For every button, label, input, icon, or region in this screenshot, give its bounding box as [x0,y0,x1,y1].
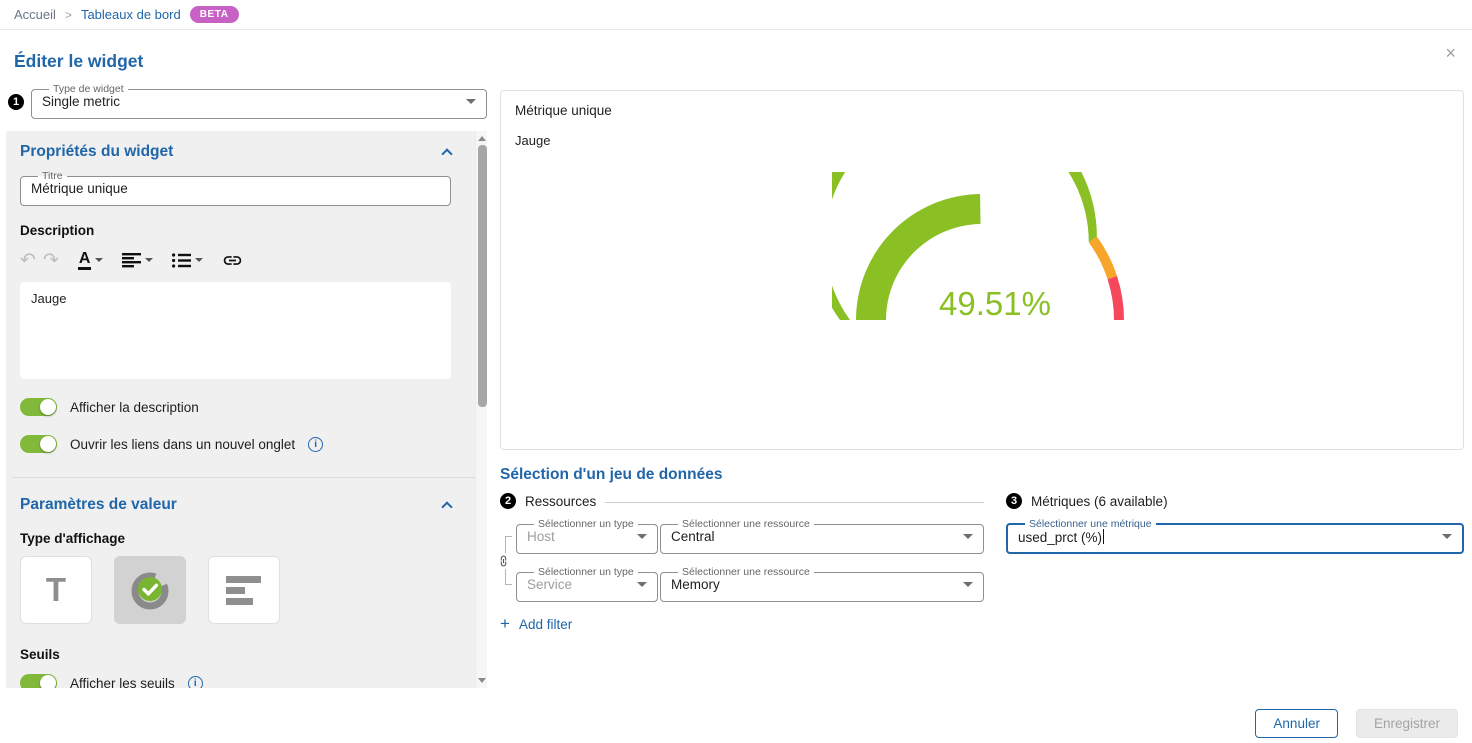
display-type-text-button[interactable]: T [20,556,92,624]
align-left-icon [122,253,141,268]
text-cursor [1103,529,1104,544]
chevron-down-icon [195,258,203,262]
collapse-value-settings-icon[interactable] [441,501,452,512]
title-field-value: Métrique unique [31,181,128,196]
bar-display-icon [226,576,262,605]
breadcrumb-separator: > [65,8,72,22]
resource-type-value: Service [527,577,572,592]
rich-text-toolbar: ↶ ↷ A [20,247,451,273]
resources-rule [605,502,984,503]
show-thresholds-label: Afficher les seuils [70,676,175,689]
resource-link-column [500,519,516,602]
list-button[interactable] [172,253,203,268]
display-type-label: Type d'affichage [20,531,451,546]
resource-value: Memory [671,577,720,592]
resource-select[interactable]: Sélectionner une ressource Central [660,519,984,554]
svg-text:49.51%: 49.51% [939,285,1051,322]
redo-icon[interactable]: ↷ [43,251,59,270]
step-3-badge: 3 [1006,493,1022,509]
gauge-display-icon [128,568,172,612]
resource-value: Central [671,529,715,544]
cancel-button[interactable]: Annuler [1255,709,1338,738]
metrics-label: Métriques (6 available) [1031,494,1168,509]
dropdown-arrow-icon [637,582,647,587]
dropdown-arrow-icon [466,99,476,104]
dropdown-arrow-icon [637,534,647,539]
value-settings-heading: Paramètres de valeur [20,496,177,514]
description-label: Description [20,223,451,238]
resource-select[interactable]: Sélectionner une ressource Memory [660,567,984,602]
gauge-chart: 49.51% [832,172,1132,324]
add-filter-button[interactable]: + Add filter [500,617,572,632]
widget-type-select[interactable]: Type de widget Single metric [31,84,487,119]
show-thresholds-toggle[interactable] [20,674,57,688]
scrollbar-down-icon[interactable] [478,678,486,683]
link-button[interactable] [222,250,243,271]
chevron-down-icon [145,258,153,262]
link-icon [222,250,243,271]
step-2-badge: 2 [500,493,516,509]
gauge: 49.51% [515,172,1449,327]
plus-icon: + [500,615,510,632]
section-divider [12,477,475,478]
info-icon[interactable]: i [308,437,323,452]
resource-type-select[interactable]: Sélectionner un type Service [516,567,658,602]
beta-badge: BETA [190,6,239,23]
metric-value: used_prct (%) [1018,529,1104,545]
dataset-heading: Sélection d'un jeu de données [500,466,1464,484]
chevron-down-icon [95,258,103,262]
resource-type-value: Host [527,529,555,544]
close-icon[interactable]: × [1445,44,1456,62]
step-1-badge: 1 [8,94,24,110]
breadcrumb: Accueil > Tableaux de bord BETA [0,0,1472,30]
chain-icon [497,553,510,569]
description-editor[interactable]: Jauge [20,282,451,379]
dropdown-arrow-icon [963,582,973,587]
dropdown-arrow-icon [963,534,973,539]
scrollbar-up-icon[interactable] [478,136,486,141]
open-links-toggle[interactable] [20,435,57,453]
text-display-icon: T [46,571,66,609]
properties-heading: Propriétés du widget [20,143,173,161]
show-description-label: Afficher la description [70,400,199,415]
text-color-icon: A [78,250,92,271]
preview-title: Métrique unique [515,103,1449,118]
title-field[interactable]: Titre Métrique unique [20,171,451,206]
align-button[interactable] [122,253,153,268]
undo-icon[interactable]: ↶ [20,251,36,270]
bullet-list-icon [172,253,191,268]
breadcrumb-dashboards-link[interactable]: Tableaux de bord [81,7,181,22]
text-color-button[interactable]: A [78,250,104,271]
add-filter-label: Add filter [519,617,572,632]
metric-select[interactable]: Sélectionner une métrique used_prct (%) [1006,519,1464,554]
display-type-bar-button[interactable] [208,556,280,624]
open-links-label: Ouvrir les liens dans un nouvel onglet [70,437,295,452]
dropdown-arrow-icon [1442,534,1452,539]
resource-row: Sélectionner un type Service Sélectionne… [516,567,984,602]
resource-row: Sélectionner un type Host Sélectionner u… [516,519,984,554]
widget-type-value: Single metric [42,94,120,109]
scrollbar-thumb[interactable] [478,145,487,407]
resources-label: Ressources [525,494,596,509]
show-description-toggle[interactable] [20,398,57,416]
preview-description: Jauge [515,133,1449,148]
page-title: Éditer le widget [14,51,1472,72]
info-icon[interactable]: i [188,676,203,689]
thresholds-label: Seuils [20,647,451,662]
widget-properties-panel: Propriétés du widget Titre Métrique uniq… [6,131,487,688]
breadcrumb-home-link[interactable]: Accueil [14,7,56,22]
collapse-properties-icon[interactable] [441,148,452,159]
panel-scrollbar [475,131,487,688]
save-button[interactable]: Enregistrer [1356,709,1458,738]
widget-preview-panel: Métrique unique Jauge 49.51% [500,90,1464,450]
display-type-gauge-button[interactable] [114,556,186,624]
resource-type-select[interactable]: Sélectionner un type Host [516,519,658,554]
